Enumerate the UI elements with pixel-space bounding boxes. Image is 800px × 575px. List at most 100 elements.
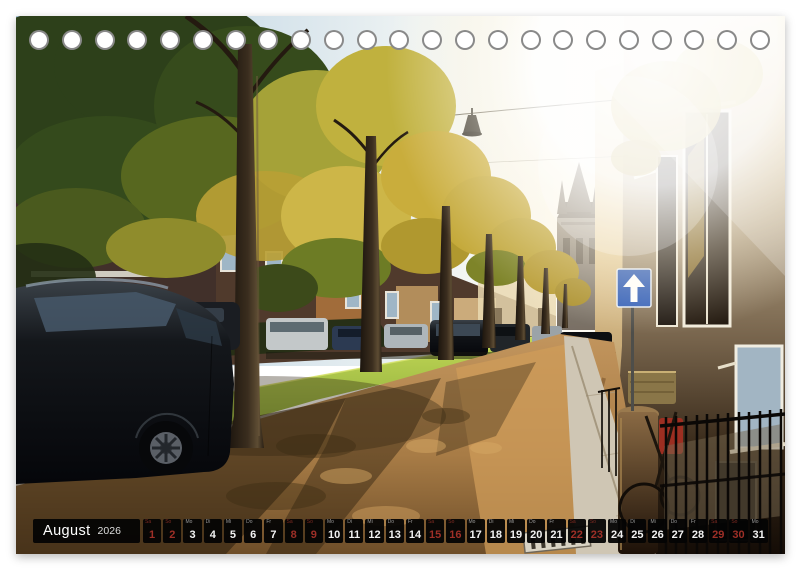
calendar-day-1: Sa 1 <box>143 519 162 543</box>
day-number: 8 <box>290 529 297 541</box>
calendar-day-11: Di 11 <box>345 519 364 543</box>
calendar-day-16: So 16 <box>446 519 465 543</box>
weekday-label: Sa <box>569 519 576 525</box>
calendar-day-6: Do 6 <box>244 519 263 543</box>
day-number: 12 <box>368 529 381 541</box>
weekday-label: Mi <box>225 519 232 525</box>
binder-hole <box>323 30 344 50</box>
binder-hole <box>160 30 181 50</box>
day-number: 3 <box>189 529 196 541</box>
day-number: 29 <box>712 529 725 541</box>
weekday-label: Sa <box>711 519 718 525</box>
day-number: 22 <box>570 529 583 541</box>
calendar-day-21: Fr 21 <box>547 519 566 543</box>
calendar-day-12: Mi 12 <box>365 519 384 543</box>
binder-hole <box>61 30 82 50</box>
binder-hole <box>586 30 607 50</box>
weekday-label: Mo <box>468 519 476 525</box>
calendar-day-23: So 23 <box>587 519 607 543</box>
day-number: 30 <box>732 529 745 541</box>
weekday-label: Mi <box>508 519 515 525</box>
day-number: 31 <box>752 529 765 541</box>
day-number: 23 <box>590 529 604 541</box>
calendar-page: August 2026 Sa 1 So 2 Mo 3 Di 4 Mi 5 Do 6 Fr 7 Sa 8 So 9 M… <box>0 0 800 575</box>
binder-hole <box>520 30 541 50</box>
year-label: 2026 <box>97 525 121 537</box>
day-number: 26 <box>651 529 664 541</box>
binder-hole <box>94 30 115 50</box>
day-number: 1 <box>149 529 156 541</box>
binder-hole <box>487 30 508 50</box>
day-number: 9 <box>310 529 317 541</box>
calendar-day-15: Sa 15 <box>426 519 445 543</box>
day-number: 16 <box>449 529 462 541</box>
weekday-label: Sa <box>286 519 293 525</box>
day-number: 18 <box>489 529 502 541</box>
calendar-day-27: Do 27 <box>668 519 687 543</box>
day-number: 2 <box>169 529 176 541</box>
day-number: 10 <box>327 529 341 541</box>
weekday-label: Di <box>347 519 352 525</box>
calendar-day-8: Sa 8 <box>284 519 303 543</box>
calendar-day-7: Fr 7 <box>264 519 283 543</box>
calendar-day-25: Di 25 <box>628 519 647 543</box>
weekday-label: Do <box>387 519 395 525</box>
day-number: 11 <box>348 529 361 541</box>
calendar-day-17: Mo 17 <box>466 519 485 543</box>
day-number: 25 <box>631 529 644 541</box>
day-number: 5 <box>229 529 237 541</box>
weekday-label: Mo <box>610 519 617 525</box>
weekday-label: Mo <box>326 519 334 525</box>
weekday-label: Mi <box>367 519 373 525</box>
weekday-label: Fr <box>266 519 272 525</box>
day-number: 13 <box>388 529 401 541</box>
binder-hole <box>618 30 639 50</box>
day-number: 4 <box>209 529 216 541</box>
calendar-day-9: So 9 <box>304 519 323 543</box>
calendar-day-5: Mi 5 <box>223 519 243 543</box>
calendar-day-3: Mo 3 <box>183 519 202 543</box>
weekday-label: Di <box>488 519 494 525</box>
day-number: 14 <box>408 529 422 541</box>
weekday-label: So <box>589 519 596 525</box>
calendar-days: Sa 1 So 2 Mo 3 Di 4 Mi 5 Do 6 Fr 7 Sa 8 So 9 Mo 10 Di 11 Mi 12 D… <box>143 519 768 543</box>
day-number: 17 <box>469 529 482 541</box>
calendar-day-29: Sa 29 <box>709 519 728 543</box>
weekday-label: So <box>448 519 455 525</box>
weekday-label: Do <box>529 519 536 525</box>
weekday-label: Fr <box>690 519 696 525</box>
calendar-day-13: Do 13 <box>385 519 404 543</box>
binder-hole <box>651 30 672 50</box>
month-label: August <box>43 523 91 539</box>
day-number: 6 <box>250 529 257 541</box>
weekday-label: So <box>306 519 313 525</box>
weekday-label: Mo <box>185 519 193 525</box>
day-number: 15 <box>429 529 442 541</box>
binder-hole <box>455 30 475 50</box>
calendar-day-26: Mi 26 <box>648 519 667 543</box>
weekday-label: Fr <box>549 519 555 525</box>
calendar-day-30: So 30 <box>729 519 748 543</box>
calendar-day-20: Do 20 <box>527 519 546 543</box>
weekday-label: Mo <box>751 519 759 525</box>
calendar-day-24: Mo 24 <box>608 519 627 543</box>
binder-hole <box>749 30 770 50</box>
calendar-day-18: Di 18 <box>486 519 505 543</box>
weekday-label: Mi <box>650 519 656 525</box>
binder-hole <box>356 30 377 50</box>
day-number: 28 <box>691 529 705 541</box>
calendar-strip: August 2026 Sa 1 So 2 Mo 3 Di 4 Mi 5 Do 6 Fr 7 Sa 8 So 9 M… <box>33 519 768 543</box>
day-number: 19 <box>509 529 523 541</box>
calendar-day-19: Mi 19 <box>506 519 526 543</box>
foreground-car <box>16 277 234 484</box>
day-number: 24 <box>611 529 624 541</box>
street-scene <box>16 16 785 554</box>
weekday-label: Di <box>630 519 635 525</box>
day-number: 27 <box>671 529 684 541</box>
calendar-day-31: Mo 31 <box>749 519 768 543</box>
weekday-label: Sa <box>428 519 435 525</box>
calendar-day-10: Mo 10 <box>324 519 344 543</box>
weekday-label: Do <box>246 519 253 525</box>
weekday-label: Fr <box>407 519 413 525</box>
month-block: August 2026 <box>33 519 140 543</box>
